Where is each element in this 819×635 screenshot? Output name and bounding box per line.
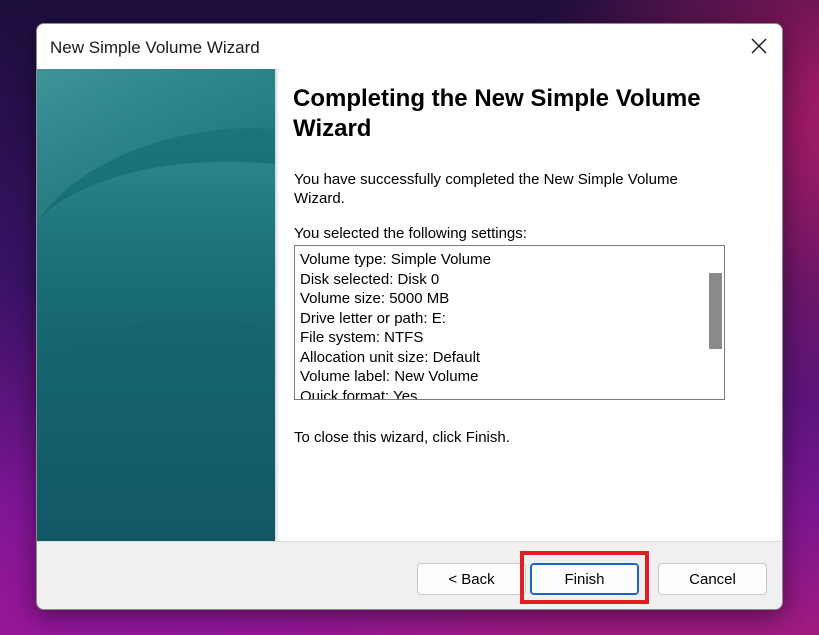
title-bar: New Simple Volume Wizard: [37, 24, 782, 69]
settings-item: Volume size: 5000 MB: [300, 290, 450, 307]
finish-button[interactable]: Finish: [530, 563, 639, 595]
settings-item: File system: NTFS: [300, 329, 424, 346]
settings-item: Allocation unit size: Default: [300, 348, 481, 366]
settings-summary-box[interactable]: Volume type: Simple Volume Disk selected…: [294, 245, 725, 400]
settings-item: Volume type: Simple Volume: [300, 251, 491, 268]
back-button[interactable]: < Back: [417, 563, 526, 595]
close-instruction: To close this wizard, click Finish.: [294, 429, 510, 446]
button-bar: < Back Finish Cancel: [37, 541, 782, 609]
success-message: You have successfully completed the New …: [294, 171, 678, 207]
settings-scrollbar[interactable]: [705, 247, 723, 398]
banner-divider: [275, 69, 279, 541]
settings-item: Drive letter or path: E:: [300, 309, 446, 327]
close-button[interactable]: [742, 30, 776, 62]
banner-wave-graphic: [37, 69, 275, 369]
page-title: Completing the New Simple Volume Wizard: [293, 85, 701, 142]
settings-list: Volume type: Simple Volume Disk selected…: [300, 250, 491, 400]
close-icon: [751, 38, 767, 54]
settings-label: You selected the following settings:: [294, 225, 527, 242]
cancel-button[interactable]: Cancel: [658, 563, 767, 595]
settings-item: Quick format: Yes: [300, 387, 418, 400]
settings-item: Disk selected: Disk 0: [300, 270, 440, 288]
window-title: New Simple Volume Wizard: [50, 38, 260, 57]
scrollbar-thumb[interactable]: [709, 273, 722, 349]
wizard-side-banner: [37, 69, 275, 541]
wizard-dialog: New Simple Volume Wizard Completing the …: [36, 23, 783, 610]
settings-item: Volume label: New Volume: [300, 368, 479, 385]
